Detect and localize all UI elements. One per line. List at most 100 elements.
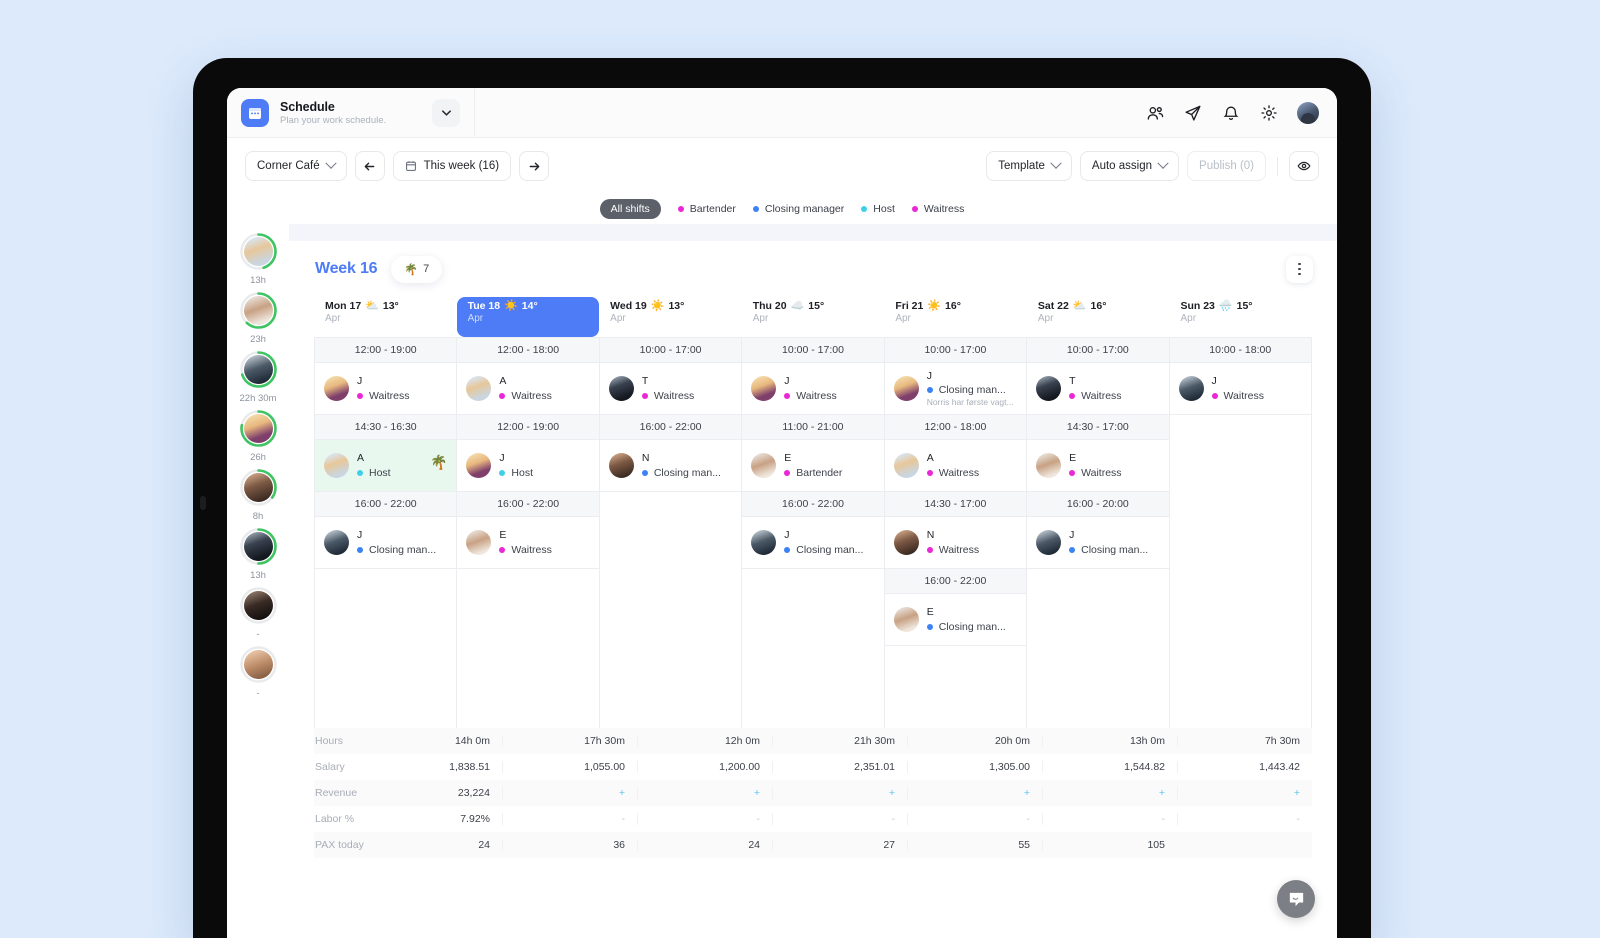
shift-card[interactable]: JClosing man... — [742, 517, 883, 569]
preview-button[interactable] — [1289, 151, 1319, 181]
empty-shift-slot[interactable] — [457, 569, 598, 728]
empty-shift-slot[interactable] — [600, 492, 741, 728]
shift-time-band[interactable]: 16:00 - 22:00 — [600, 415, 741, 440]
app-identity[interactable]: Schedule Plan your work schedule. — [227, 88, 475, 137]
shift-card[interactable]: JWaitress — [315, 363, 456, 415]
publish-button[interactable]: Publish (0) — [1187, 151, 1266, 181]
bell-icon[interactable] — [1221, 103, 1240, 122]
shift-card[interactable]: AWaitress — [457, 363, 598, 415]
people-icon[interactable] — [1145, 103, 1164, 122]
shift-time-band[interactable]: 14:30 - 17:00 — [1027, 415, 1168, 440]
template-select[interactable]: Template — [986, 151, 1072, 181]
day-header-fri-21[interactable]: Fri 21☀️16°Apr — [884, 297, 1027, 337]
shift-card[interactable]: NClosing man... — [600, 440, 741, 492]
rail-employee[interactable]: - — [240, 587, 277, 642]
shift-card[interactable]: JWaitress — [742, 363, 883, 415]
shift-time-band[interactable]: 16:00 - 22:00 — [315, 492, 456, 517]
shift-time-band[interactable]: 10:00 - 18:00 — [1170, 338, 1311, 363]
chevron-down-icon[interactable] — [432, 99, 460, 127]
rail-employee[interactable]: 13h — [240, 233, 277, 288]
rail-employee[interactable]: 13h — [240, 528, 277, 583]
auto-assign-select[interactable]: Auto assign — [1080, 151, 1179, 181]
filter-all-shifts[interactable]: All shifts — [600, 199, 661, 219]
shift-card[interactable]: EWaitress — [1027, 440, 1168, 492]
filter-host[interactable]: Host — [861, 203, 895, 215]
shift-time-band[interactable]: 16:00 - 22:00 — [457, 492, 598, 517]
rail-employee[interactable]: - — [240, 646, 277, 701]
shift-time-band[interactable]: 10:00 - 17:00 — [885, 338, 1026, 363]
location-select[interactable]: Corner Café — [245, 151, 347, 181]
rail-employee[interactable]: 22h 30m — [240, 351, 277, 406]
empty-shift-slot[interactable] — [1170, 415, 1311, 728]
send-icon[interactable] — [1183, 103, 1202, 122]
shift-time-band[interactable]: 12:00 - 18:00 — [457, 338, 598, 363]
shift-time-band[interactable]: 14:30 - 16:30 — [315, 415, 456, 440]
summary-cell[interactable]: + — [1042, 787, 1177, 799]
next-week-button[interactable] — [519, 151, 549, 181]
gear-icon[interactable] — [1259, 103, 1278, 122]
employee-hours-label: 13h — [250, 570, 266, 583]
empty-shift-slot[interactable] — [885, 646, 1026, 728]
shift-card[interactable]: TWaitress — [600, 363, 741, 415]
shift-card[interactable]: AWaitress — [885, 440, 1026, 492]
summary-cell[interactable]: + — [907, 787, 1042, 799]
shift-card[interactable]: AHost🌴 — [315, 440, 456, 492]
filter-closing-manager[interactable]: Closing manager — [753, 203, 844, 215]
chat-bubble-icon[interactable] — [1277, 880, 1315, 918]
prev-week-button[interactable] — [355, 151, 385, 181]
summary-cell[interactable]: + — [1177, 787, 1312, 799]
shift-time-band[interactable]: 16:00 - 22:00 — [885, 569, 1026, 594]
shift-card[interactable]: JClosing man... — [315, 517, 456, 569]
shift-card[interactable]: EClosing man... — [885, 594, 1026, 646]
shift-card[interactable]: NWaitress — [885, 517, 1026, 569]
shift-note: Norris har første vagt... — [927, 397, 1017, 407]
shift-card[interactable]: JClosing man...Norris har første vagt... — [885, 363, 1026, 415]
date-range-button[interactable]: This week (16) — [393, 151, 511, 181]
shift-card[interactable]: EBartender — [742, 440, 883, 492]
summary-row-label: Revenue — [314, 787, 368, 799]
day-header-wed-19[interactable]: Wed 19☀️13°Apr — [599, 297, 742, 337]
shift-time-band[interactable]: 12:00 - 19:00 — [315, 338, 456, 363]
day-header-sat-22[interactable]: Sat 22⛅16°Apr — [1027, 297, 1170, 337]
vacation-badge[interactable]: 🌴 7 — [391, 256, 442, 283]
summary-cell[interactable]: + — [502, 787, 637, 799]
shift-time-band[interactable]: 12:00 - 19:00 — [457, 415, 598, 440]
shift-time-band[interactable]: 16:00 - 20:00 — [1027, 492, 1168, 517]
summary-cell[interactable]: + — [772, 787, 907, 799]
shift-card[interactable]: EWaitress — [457, 517, 598, 569]
user-avatar[interactable] — [1297, 102, 1319, 124]
day-header-sun-23[interactable]: Sun 23🌧️15°Apr — [1169, 297, 1312, 337]
day-header-tue-18[interactable]: Tue 18☀️14°Apr — [457, 297, 600, 337]
day-header-thu-20[interactable]: Thu 20☁️15°Apr — [742, 297, 885, 337]
day-column: 10:00 - 17:00JWaitress11:00 - 21:00EBart… — [742, 338, 884, 728]
app-screen: Schedule Plan your work schedule. — [227, 88, 1337, 938]
shift-card[interactable]: TWaitress — [1027, 363, 1168, 415]
summary-cell[interactable]: + — [637, 787, 772, 799]
empty-shift-slot[interactable] — [1027, 569, 1168, 728]
employee-hours-label: 23h — [250, 334, 266, 347]
app-header-actions — [1145, 102, 1337, 124]
shift-time-band[interactable]: 14:30 - 17:00 — [885, 492, 1026, 517]
summary-cell: 17h 30m — [502, 735, 637, 747]
summary-row: PAX today2436242755105 — [314, 832, 1312, 858]
shift-time-band[interactable]: 11:00 - 21:00 — [742, 415, 883, 440]
rail-employee[interactable]: 23h — [240, 292, 277, 347]
shift-card[interactable]: JClosing man... — [1027, 517, 1168, 569]
avatar — [1179, 376, 1204, 401]
empty-shift-slot[interactable] — [315, 569, 456, 728]
shift-card[interactable]: JWaitress — [1170, 363, 1311, 415]
shift-role-label: Waitress — [511, 544, 551, 556]
shift-time-band[interactable]: 10:00 - 17:00 — [742, 338, 883, 363]
kebab-menu-icon[interactable] — [1286, 256, 1313, 283]
rail-employee[interactable]: 26h — [240, 410, 277, 465]
shift-time-band[interactable]: 10:00 - 17:00 — [1027, 338, 1168, 363]
day-header-mon-17[interactable]: Mon 17⛅13°Apr — [314, 297, 457, 337]
empty-shift-slot[interactable] — [742, 569, 883, 728]
shift-time-band[interactable]: 16:00 - 22:00 — [742, 492, 883, 517]
shift-card[interactable]: JHost — [457, 440, 598, 492]
rail-employee[interactable]: 8h — [240, 469, 277, 524]
filter-bartender[interactable]: Bartender — [678, 203, 736, 215]
shift-time-band[interactable]: 12:00 - 18:00 — [885, 415, 1026, 440]
shift-time-band[interactable]: 10:00 - 17:00 — [600, 338, 741, 363]
filter-waitress[interactable]: Waitress — [912, 203, 964, 215]
